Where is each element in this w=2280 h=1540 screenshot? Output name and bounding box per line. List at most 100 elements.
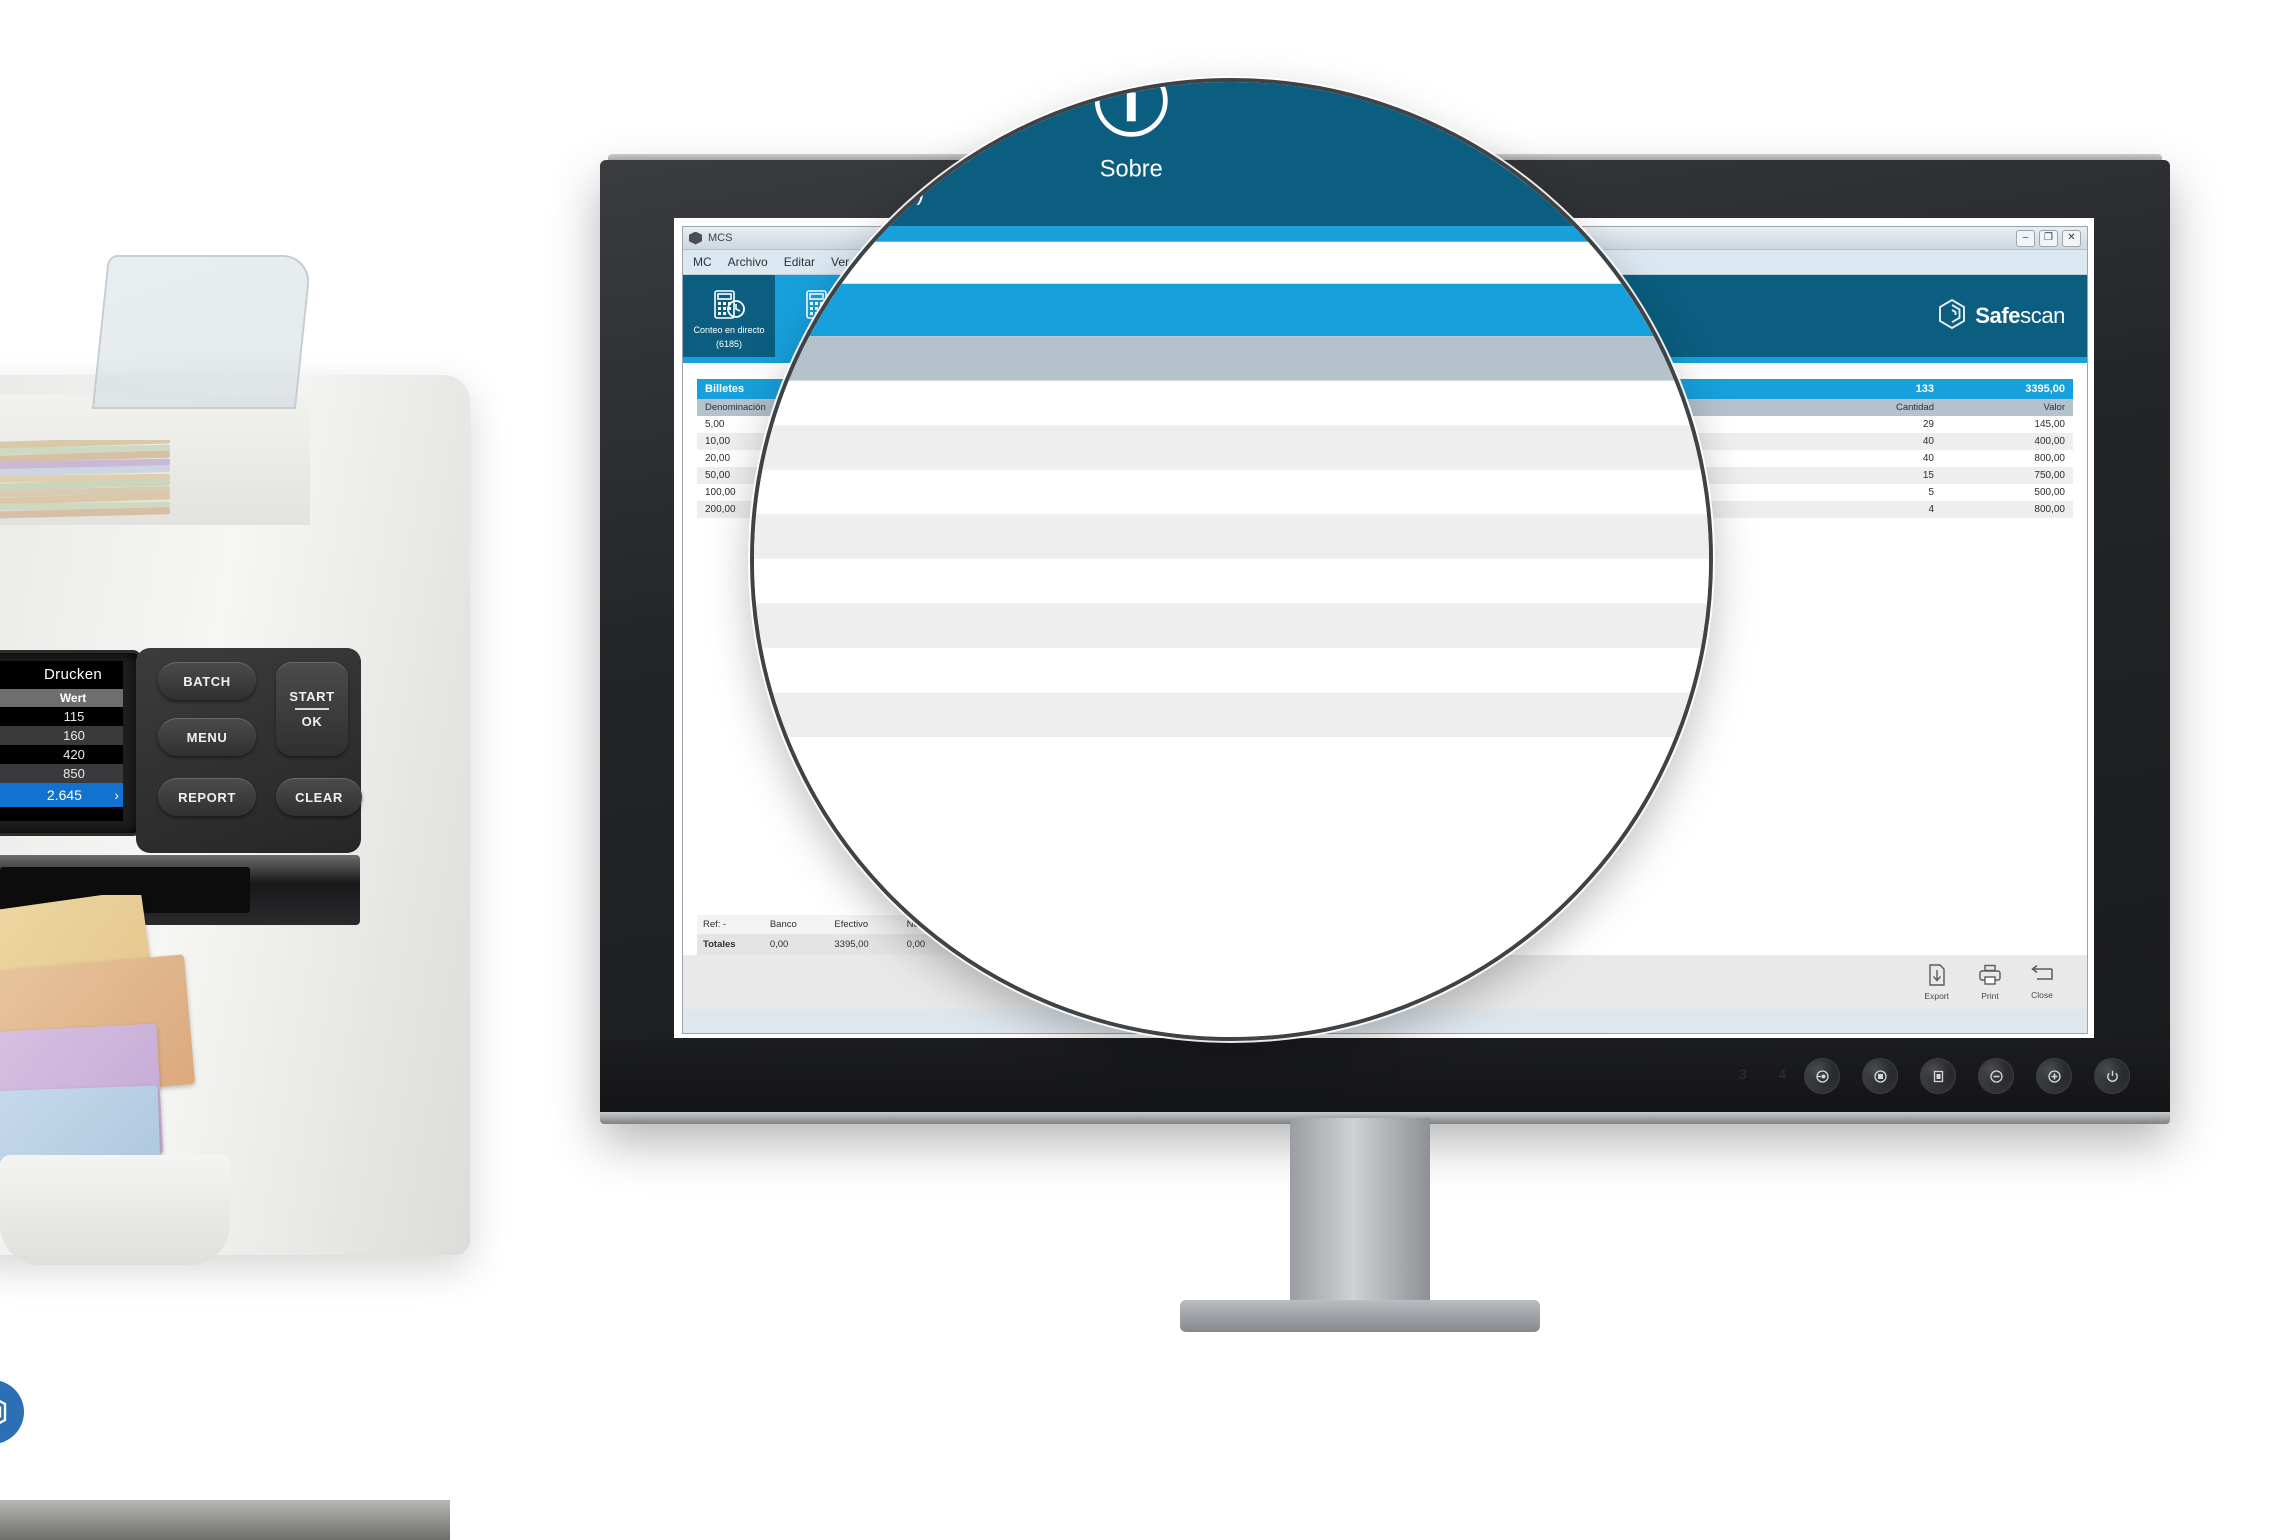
monitor-stand-base bbox=[1180, 1300, 1540, 1332]
cell-denominacion: 200,00 bbox=[750, 603, 1713, 648]
lcd-stk: 21 bbox=[0, 747, 31, 762]
lcd-subheader-stk: Stk bbox=[0, 691, 27, 705]
toolbar-accent-underline bbox=[750, 226, 1713, 242]
cell-denominacion: 100,00 bbox=[750, 559, 1713, 604]
cell-denominacion: 5,00 bbox=[750, 381, 1713, 426]
chevron-right-icon: › bbox=[102, 787, 119, 803]
coin-stack-icon bbox=[846, 78, 935, 131]
banknote-stack-top bbox=[0, 440, 170, 520]
table-row[interactable]: 5,00 29 145,00 bbox=[750, 381, 1713, 426]
toolbar-item-divisas[interactable]: Divisas (6185) bbox=[770, 78, 1011, 226]
close-label: Close bbox=[2031, 990, 2053, 1000]
cell-valor: 800,00 bbox=[1942, 501, 2073, 518]
content-area-magnified: Billetes 133 3395,00 Denominación Cantid… bbox=[750, 242, 1713, 1041]
table-row[interactable]: 50,00 15 750,00 bbox=[750, 514, 1713, 559]
summary-count: 133 bbox=[1796, 379, 1942, 399]
close-app-button[interactable]: Close bbox=[2031, 965, 2053, 1000]
lcd-wert: 115 bbox=[31, 709, 117, 724]
lcd-header-report: Report bbox=[0, 666, 27, 683]
export-label: Export bbox=[1924, 991, 1949, 1001]
plus-icon[interactable] bbox=[2036, 1058, 2072, 1094]
export-button[interactable]: Export bbox=[1924, 964, 1949, 1001]
monitor-osd-buttons bbox=[1804, 1058, 2130, 1094]
table-row[interactable]: 20,00 40 800,00 bbox=[750, 470, 1713, 515]
cell-valor: 500,00 bbox=[1942, 484, 2073, 501]
lcd-data-row: 17 850 bbox=[0, 764, 123, 783]
info-circle-icon bbox=[1087, 78, 1176, 144]
input-source-icon[interactable] bbox=[1804, 1058, 1840, 1094]
column-header-valor[interactable]: Valor bbox=[1942, 399, 2073, 416]
export-download-icon bbox=[1927, 964, 1947, 988]
app-icon bbox=[689, 232, 702, 245]
lcd-wert: 420 bbox=[31, 747, 117, 762]
clear-button[interactable]: CLEAR bbox=[276, 778, 362, 816]
lcd-subheader-wert: Wert bbox=[27, 691, 119, 705]
maximize-button[interactable]: ❐ bbox=[2039, 230, 2058, 247]
table-row[interactable]: 200,00 4 800,00 bbox=[750, 603, 1713, 648]
report-button[interactable]: REPORT bbox=[158, 778, 256, 816]
lcd-header-row: Report Drucken bbox=[0, 661, 123, 689]
toolbar-label-line2: (6185) bbox=[856, 179, 924, 206]
power-icon[interactable] bbox=[2094, 1058, 2130, 1094]
money-counter-device: Report Drucken Stk Wert 23 115 16 160 21… bbox=[0, 255, 510, 1255]
cell-cantidad: 15 bbox=[1796, 467, 1942, 484]
mcs-application-window-magnified: MC Archivo Editar Ver Ayuda bbox=[750, 78, 1713, 1041]
minimize-button[interactable]: – bbox=[2016, 230, 2035, 247]
safescan-brand: Safescan bbox=[1937, 275, 2087, 357]
lcd-data-row: 23 115 bbox=[0, 707, 123, 726]
table-summary-header: Billetes 133 3395,00 bbox=[750, 284, 1713, 336]
cell-cantidad: 29 bbox=[1796, 416, 1942, 433]
safescan-hex-icon bbox=[1937, 298, 1967, 335]
main-toolbar-magnified: Conteo en directo (6185) Contar datos bbox=[750, 78, 1713, 226]
cell-denominacion: 50,00 bbox=[750, 514, 1713, 559]
print-button[interactable]: Print bbox=[1979, 964, 2001, 1001]
cell-valor: 800,00 bbox=[1942, 450, 2073, 467]
table-row-empty bbox=[750, 692, 1713, 737]
summary-value: 3395,00 bbox=[1942, 379, 2073, 399]
device-lcd-shell: Report Drucken Stk Wert 23 115 16 160 21… bbox=[0, 650, 141, 836]
minus-icon[interactable] bbox=[1978, 1058, 2014, 1094]
output-tray bbox=[0, 1155, 230, 1265]
print-label: Print bbox=[1981, 991, 1998, 1001]
ok-label: OK bbox=[302, 714, 323, 729]
close-button[interactable]: ✕ bbox=[2062, 230, 2081, 247]
cell-valor: 145,00 bbox=[1942, 416, 2073, 433]
lcd-total-stk: 76 bbox=[0, 787, 27, 803]
lcd-header-drucken: Drucken bbox=[27, 666, 119, 683]
toolbar-label-line2: (6185) bbox=[716, 339, 742, 349]
start-label: START bbox=[289, 689, 334, 704]
device-base-shadow bbox=[0, 1500, 450, 1540]
summary-label: Billetes bbox=[750, 284, 1713, 336]
lcd-wert: 850 bbox=[31, 766, 117, 781]
printer-icon bbox=[1979, 964, 2001, 988]
window-title: MCS bbox=[708, 232, 732, 244]
cell-valor: 400,00 bbox=[1942, 433, 2073, 450]
toolbar-item-sobre[interactable]: Sobre bbox=[1011, 78, 1252, 226]
calculator-clock-icon bbox=[712, 287, 746, 321]
window-controls: – ❐ ✕ bbox=[2016, 230, 2081, 247]
start-ok-button[interactable]: START OK bbox=[276, 662, 348, 756]
toolbar-label-line1: Divisas bbox=[852, 141, 928, 168]
lcd-total-row: 76 2.645 › bbox=[0, 783, 123, 807]
menu-button[interactable]: MENU bbox=[158, 718, 256, 756]
menu-item-mc[interactable]: MC bbox=[693, 255, 712, 269]
lcd-total-wert: 2.645 bbox=[27, 787, 102, 803]
lcd-wert: 160 bbox=[31, 728, 117, 743]
device-lcd-screen: Report Drucken Stk Wert 23 115 16 160 21… bbox=[0, 661, 123, 821]
batch-button[interactable]: BATCH bbox=[158, 662, 256, 700]
table-row[interactable]: 100,00 5 500,00 bbox=[750, 559, 1713, 604]
table-row-empty bbox=[750, 648, 1713, 693]
cell-denominacion: 10,00 bbox=[750, 425, 1713, 470]
cell-denominacion: 20,00 bbox=[750, 470, 1713, 515]
table-row[interactable]: 10,00 40 400,00 bbox=[750, 425, 1713, 470]
cell-cantidad: 4 bbox=[1796, 501, 1942, 518]
menu-icon[interactable] bbox=[1920, 1058, 1956, 1094]
lcd-stk: 17 bbox=[0, 766, 31, 781]
table-column-headers: Denominación Cantidad Valor bbox=[750, 336, 1713, 381]
column-header-cantidad[interactable]: Cantidad bbox=[1796, 399, 1942, 416]
hopper-tray bbox=[92, 255, 312, 409]
cell-cantidad: 40 bbox=[1796, 450, 1942, 467]
column-header-denominacion[interactable]: Denominación bbox=[750, 336, 1713, 381]
toolbar-label-line1: Sobre bbox=[1100, 155, 1163, 182]
auto-adjust-icon[interactable] bbox=[1862, 1058, 1898, 1094]
